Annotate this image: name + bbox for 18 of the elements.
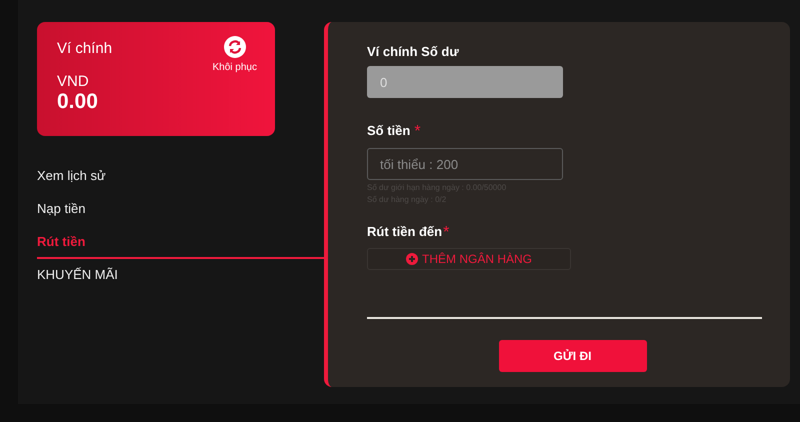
add-bank-button[interactable]: THÊM NGÂN HÀNG [367,248,571,270]
submit-button[interactable]: GỬI ĐI [498,340,646,372]
wallet-title: Ví chính [57,40,112,57]
restore-button[interactable]: Khôi phục [212,36,257,73]
field-label: Số tiền [367,123,410,140]
menu-item[interactable]: Nạp tiền [37,193,326,226]
plus-icon [406,253,418,265]
balance-amount: 0.00 [57,90,99,114]
required-mark: * [443,224,450,242]
required-mark: * [414,123,421,141]
amount-input[interactable]: tối thiểu : 200 [367,148,563,180]
balance-field: 0 [367,66,563,98]
refresh-icon [224,36,246,58]
menu-item[interactable]: KHUYẾN MÃI [37,259,326,292]
currency-label: VND [57,73,90,90]
field-label: Rút tiền đến [367,224,442,241]
menu-item[interactable]: Xem lịch sử [37,160,326,193]
field-label: Ví chính Số dư [367,44,460,59]
